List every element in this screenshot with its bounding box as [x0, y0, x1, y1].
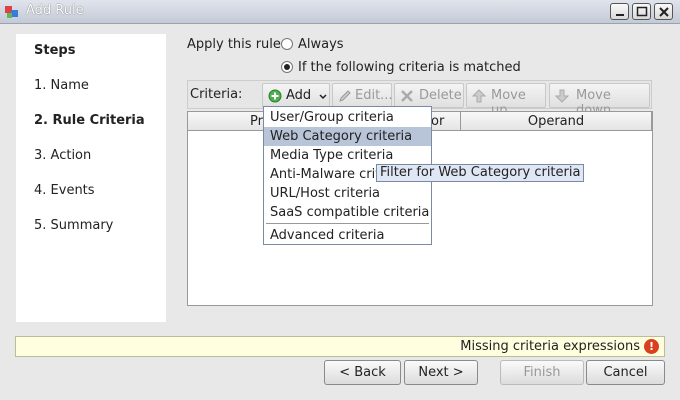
menu-item-advanced[interactable]: Advanced criteria	[264, 226, 431, 245]
menu-item-url-host[interactable]: URL/Host criteria	[264, 184, 431, 203]
app-icon	[4, 4, 20, 20]
arrow-up-icon	[472, 89, 486, 103]
radio-criteria-matched-label[interactable]: If the following criteria is matched	[298, 60, 521, 75]
step-summary: 5. Summary	[34, 218, 114, 233]
radio-always-label[interactable]: Always	[298, 37, 344, 52]
add-icon	[268, 89, 282, 103]
step-events: 4. Events	[34, 183, 95, 198]
move-up-button[interactable]: Move up	[466, 83, 546, 118]
radio-always[interactable]	[281, 38, 293, 50]
close-button[interactable]	[654, 3, 673, 20]
step-rule-criteria: 2. Rule Criteria	[34, 113, 145, 128]
title-bar: Add Rule	[0, 0, 680, 24]
arrow-down-icon	[555, 89, 569, 103]
tooltip: Filter for Web Category criteria	[376, 164, 585, 182]
steps-panel: Steps 1. Name 2. Rule Criteria 3. Action…	[16, 34, 166, 322]
next-button[interactable]: Next >	[404, 360, 478, 385]
delete-label: Delete	[419, 88, 462, 103]
delete-button[interactable]: Delete	[394, 83, 464, 108]
add-button[interactable]: Add	[262, 83, 330, 108]
finish-button[interactable]: Finish	[500, 360, 584, 385]
column-header-operand[interactable]: Operand	[461, 112, 652, 131]
back-button[interactable]: < Back	[324, 360, 401, 385]
apply-rule-label: Apply this rule:	[187, 37, 286, 52]
menu-separator	[266, 223, 429, 224]
status-message: Missing criteria expressions	[460, 339, 640, 354]
pencil-icon	[339, 90, 351, 102]
edit-label: Edit...	[355, 88, 393, 103]
window-title: Add Rule	[26, 3, 84, 18]
warning-icon: !	[644, 339, 659, 354]
cancel-button[interactable]: Cancel	[586, 360, 665, 385]
status-bar: Missing criteria expressions !	[15, 336, 665, 357]
edit-button[interactable]: Edit...	[332, 83, 393, 108]
criteria-label: Criteria:	[190, 87, 243, 102]
steps-heading: Steps	[34, 43, 76, 58]
step-name: 1. Name	[34, 78, 89, 93]
menu-item-saas[interactable]: SaaS compatible criteria	[264, 203, 431, 222]
radio-criteria-matched[interactable]	[281, 61, 293, 73]
delete-x-icon	[401, 90, 413, 102]
maximize-button[interactable]	[632, 3, 651, 20]
step-action: 3. Action	[34, 148, 92, 163]
criteria-toolbar: Criteria: Add Edit... Delete Move up Mov…	[187, 80, 652, 118]
chevron-down-icon	[319, 94, 327, 100]
minimize-button[interactable]	[610, 3, 629, 20]
menu-item-media-type[interactable]: Media Type criteria	[264, 146, 431, 165]
add-label: Add	[286, 88, 312, 103]
menu-item-user-group[interactable]: User/Group criteria	[264, 108, 431, 127]
move-down-button[interactable]: Move down	[549, 83, 650, 118]
menu-item-web-category[interactable]: Web Category criteria	[264, 127, 431, 146]
